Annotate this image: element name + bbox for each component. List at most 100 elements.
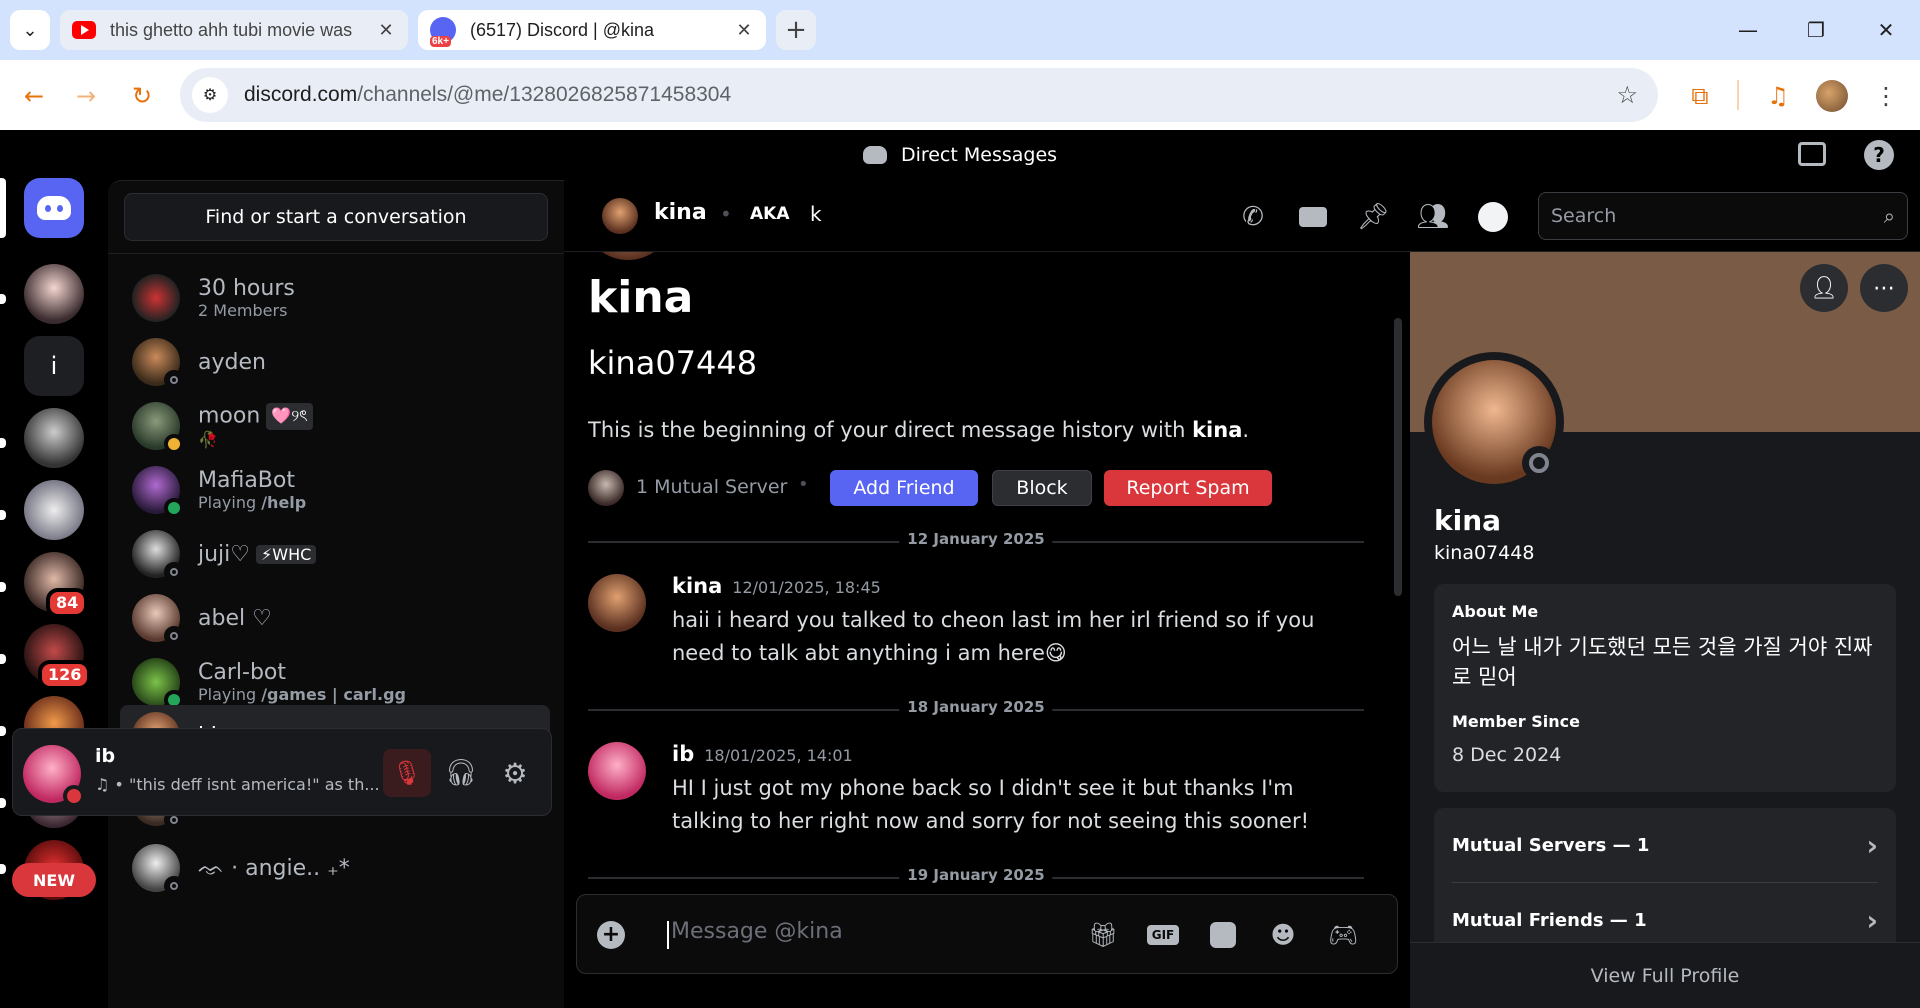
video-camera-icon bbox=[1299, 207, 1327, 227]
add-friends-to-dm-button[interactable]: 👥︎ bbox=[1416, 200, 1450, 234]
extensions-button[interactable]: ⧉ bbox=[1682, 78, 1718, 114]
more-options-button[interactable]: ⋯ bbox=[1860, 264, 1908, 312]
add-friend-button[interactable]: Add Friend bbox=[830, 470, 978, 506]
back-button[interactable]: ← bbox=[16, 78, 52, 114]
emoji-button[interactable]: ☻ bbox=[1265, 917, 1301, 953]
dm-item-angie[interactable]: ᨎ · angie.. ₊* bbox=[120, 837, 550, 899]
chevron-right-icon: › bbox=[1866, 828, 1878, 862]
dm-name: 30 hours bbox=[198, 276, 295, 301]
mutual-servers-row[interactable]: Mutual Servers — 1 › bbox=[1434, 808, 1896, 882]
aka-label: AKA bbox=[750, 204, 790, 224]
server-icon[interactable] bbox=[24, 408, 84, 468]
upload-button[interactable]: + bbox=[593, 917, 629, 953]
home-button[interactable] bbox=[24, 178, 84, 238]
phone-icon: ✆ bbox=[1242, 202, 1264, 232]
dm-name: MafiaBot bbox=[198, 468, 295, 493]
dm-item-juji[interactable]: juji♡ ⚡WHC bbox=[120, 523, 550, 585]
server-icon[interactable] bbox=[24, 264, 84, 324]
address-bar[interactable]: ⚙ discord.com/channels/@me/1328026825871… bbox=[180, 68, 1658, 122]
puzzle-icon: ⧉ bbox=[1691, 82, 1709, 110]
discord-logo-icon bbox=[862, 146, 887, 164]
user-profile-toggle[interactable] bbox=[1476, 200, 1510, 234]
tab-tubi[interactable]: this ghetto ahh tubi movie was ✕ bbox=[60, 10, 408, 50]
tab-discord[interactable]: 6k+ (6517) Discord | @kina ✕ bbox=[418, 10, 766, 50]
activities-button[interactable]: 🎮︎ bbox=[1325, 917, 1361, 953]
report-spam-button[interactable]: Report Spam bbox=[1104, 470, 1272, 506]
more-vertical-icon: ⋮ bbox=[1874, 82, 1898, 110]
add-friend-icon-button[interactable]: 👤︎ bbox=[1800, 264, 1848, 312]
deafen-button[interactable]: 🎧︎ bbox=[437, 749, 485, 797]
forward-button[interactable]: → bbox=[68, 78, 104, 114]
sticker-button[interactable] bbox=[1205, 917, 1241, 953]
dm-name: juji♡ bbox=[198, 541, 251, 567]
dm-item-moon[interactable]: moon 🩷୨ৎ 🥀 bbox=[120, 395, 550, 457]
dm-item-ayden[interactable]: ayden bbox=[120, 331, 550, 393]
dm-subtext: 🥀 bbox=[198, 430, 218, 449]
intro-name: kina bbox=[588, 272, 694, 323]
video-call-button[interactable] bbox=[1296, 200, 1330, 234]
close-tab-icon[interactable]: ✕ bbox=[376, 20, 396, 41]
voice-call-button[interactable]: ✆ bbox=[1236, 200, 1270, 234]
search-input[interactable]: Search ⌕ bbox=[1538, 192, 1908, 240]
reload-button[interactable]: ↻ bbox=[124, 78, 160, 114]
gift-button[interactable]: 🎁︎ bbox=[1085, 917, 1121, 953]
close-window-button[interactable]: ✕ bbox=[1866, 12, 1906, 48]
dm-item-mafiabot[interactable]: MafiaBot Playing /help bbox=[120, 459, 550, 521]
gamepad-icon: 🎮︎ bbox=[1327, 921, 1359, 949]
search-placeholder: Search bbox=[1551, 205, 1617, 227]
message-avatar[interactable] bbox=[588, 742, 646, 800]
message-author[interactable]: ib bbox=[672, 742, 694, 766]
message-author[interactable]: kina bbox=[672, 574, 722, 598]
mutual-server-count[interactable]: 1 Mutual Server bbox=[636, 476, 787, 498]
server-icon-i[interactable]: i bbox=[24, 336, 84, 396]
activity-prefix: Playing bbox=[198, 685, 262, 704]
idle-status-icon bbox=[164, 434, 184, 454]
dm-item-carl-bot[interactable]: Carl-bot Playing /games | carl.gg bbox=[120, 651, 550, 713]
inbox-icon[interactable] bbox=[1798, 142, 1826, 166]
help-icon[interactable]: ? bbox=[1864, 140, 1894, 170]
chat-scrollbar[interactable] bbox=[1394, 318, 1402, 596]
user-profile-icon bbox=[1478, 202, 1508, 232]
minimize-button[interactable]: — bbox=[1728, 12, 1768, 48]
view-full-profile-button[interactable]: View Full Profile bbox=[1410, 942, 1920, 1008]
server-icon[interactable] bbox=[24, 480, 84, 540]
user-avatar[interactable] bbox=[23, 745, 85, 807]
title-bar-title: Direct Messages bbox=[900, 144, 1058, 166]
new-tab-button[interactable]: + bbox=[776, 10, 816, 50]
music-queue-icon: ♫ bbox=[1767, 82, 1789, 110]
restore-button[interactable]: ❐ bbox=[1796, 12, 1836, 48]
tab-search-button[interactable]: ⌄ bbox=[10, 10, 50, 50]
gif-button[interactable]: GIF bbox=[1145, 917, 1181, 953]
bookmark-star-icon[interactable]: ☆ bbox=[1616, 81, 1638, 110]
favicon-badge: 6k+ bbox=[430, 36, 451, 47]
discord-title-bar: Direct Messages ? bbox=[0, 130, 1920, 180]
offline-status-icon bbox=[1522, 446, 1556, 480]
message-input[interactable]: Message @kina bbox=[671, 919, 843, 944]
block-button[interactable]: Block bbox=[992, 470, 1092, 506]
message-avatar[interactable] bbox=[588, 574, 646, 632]
find-conversation-button[interactable]: Find or start a conversation bbox=[124, 193, 548, 241]
site-info-icon[interactable]: ⚙ bbox=[192, 77, 228, 113]
header-avatar[interactable] bbox=[602, 198, 638, 234]
close-tab-icon[interactable]: ✕ bbox=[734, 20, 754, 41]
new-badge[interactable]: NEW bbox=[12, 863, 96, 897]
dm-item-30-hours[interactable]: 30 hours 2 Members bbox=[120, 267, 550, 329]
dnd-status-icon bbox=[63, 785, 85, 807]
profile-avatar-button[interactable] bbox=[1814, 78, 1850, 114]
mute-button[interactable]: 🎙︎ bbox=[383, 749, 431, 797]
activity-prefix: Playing bbox=[198, 493, 262, 512]
message-text: HI I just got my phone back so I didn't … bbox=[672, 776, 1310, 833]
settings-button[interactable]: ⚙ bbox=[491, 749, 539, 797]
dm-name: ᨎ · angie.. ₊* bbox=[198, 855, 350, 881]
dm-item-abel[interactable]: abel ♡ bbox=[120, 587, 550, 649]
gear-icon: ⚙ bbox=[502, 756, 528, 790]
emoji-icon: ☻ bbox=[1270, 921, 1296, 949]
media-control-button[interactable]: ♫ bbox=[1760, 78, 1796, 114]
pinned-messages-button[interactable]: 📌︎ bbox=[1356, 200, 1390, 234]
header-name[interactable]: kina bbox=[654, 200, 707, 225]
clan-tag: ⚡WHC bbox=[256, 545, 317, 564]
separator-dot: • bbox=[720, 202, 732, 226]
selected-indicator bbox=[0, 178, 6, 238]
menu-button[interactable]: ⋮ bbox=[1868, 78, 1904, 114]
add-user-icon: 👤︎ bbox=[1810, 275, 1838, 301]
